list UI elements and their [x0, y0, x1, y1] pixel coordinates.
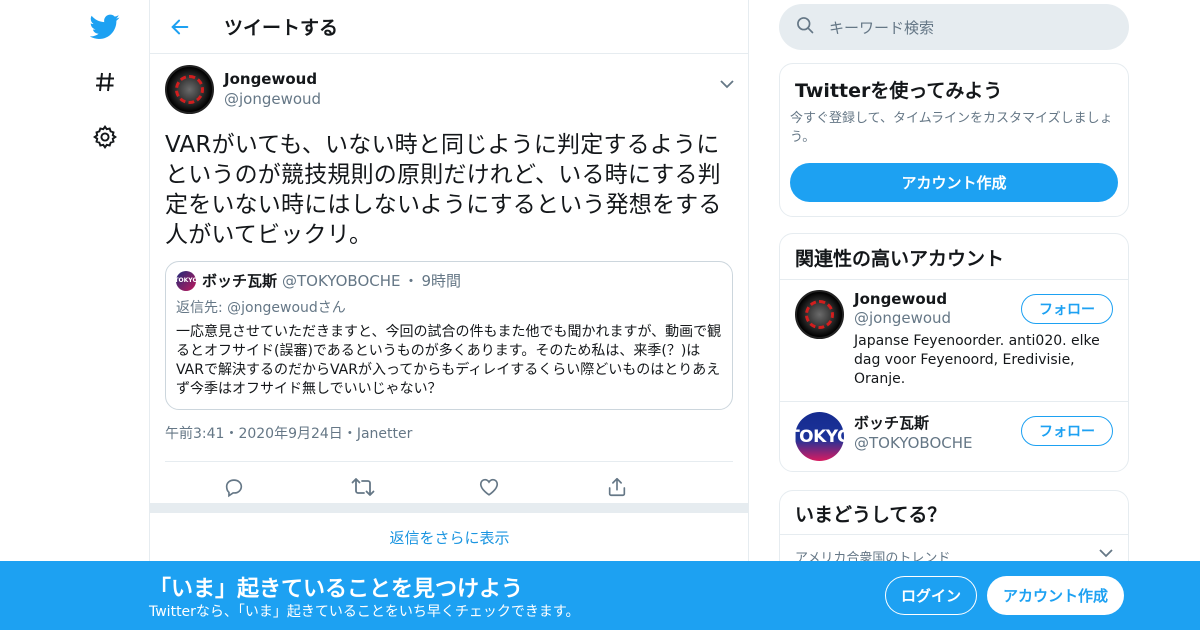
banner-subtitle: Twitterなら、「いま」起きていることをいち早くチェックできます。	[149, 604, 580, 620]
tweet-meta: 午前3:41・2020年9月24日・Janetter	[165, 423, 733, 443]
right-sidebar: キーワード検索 Twitterを使ってみよう 今すぐ登録して、タイムラインをカス…	[779, 0, 1129, 576]
signup-card-title: Twitterを使ってみよう	[795, 80, 1003, 102]
quote-reply-to: 返信先: @jongewoudさん	[176, 300, 346, 316]
signup-card-description: 今すぐ登録して、タイムラインをカスタマイズしましょう。	[790, 111, 1113, 145]
related-accounts-title: 関連性の高いアカウント	[780, 234, 1128, 280]
trends-title: いまどうしてる？	[780, 491, 1128, 535]
tweet-time[interactable]: 午前3:41	[165, 426, 224, 442]
search-placeholder: キーワード検索	[829, 18, 935, 37]
share-icon[interactable]	[606, 476, 734, 498]
search-icon	[795, 15, 815, 39]
search-input[interactable]: キーワード検索	[779, 4, 1129, 50]
follow-button[interactable]: フォロー	[1021, 416, 1113, 446]
signup-card: Twitterを使ってみよう 今すぐ登録して、タイムラインをカスタマイズしましょ…	[779, 63, 1129, 217]
quote-author-handle: @TOKYOBOCHE	[282, 271, 401, 290]
twitter-bird-icon[interactable]	[86, 8, 124, 46]
avatar[interactable]: TOKYO	[788, 412, 851, 461]
reply-icon[interactable]	[223, 476, 351, 498]
gear-icon[interactable]	[86, 118, 124, 156]
account-bio: Japanse Feyenoorder. anti020. elke dag v…	[854, 333, 1100, 387]
page-header: ツイートする	[150, 0, 748, 54]
signup-button[interactable]: アカウント作成	[987, 576, 1124, 615]
retweet-icon[interactable]	[351, 476, 479, 498]
list-item[interactable]: Jongewoud @jongewoud Japanse Feyenoorder…	[780, 280, 1128, 402]
quote-timestamp: 9時間	[421, 272, 462, 290]
signup-banner: 「いま」起きていることを見つけよう Twitterなら、「いま」起きていることを…	[0, 561, 1200, 630]
quote-author-name: ボッチ瓦斯	[202, 272, 278, 290]
author-name[interactable]: Jongewoud	[224, 70, 321, 88]
back-arrow-icon[interactable]	[150, 0, 210, 54]
page-title: ツイートする	[224, 17, 339, 39]
quote-avatar[interactable]: TOKYO	[174, 270, 198, 291]
author-handle[interactable]: @jongewoud	[224, 90, 321, 108]
show-more-replies-link[interactable]: 返信をさらに表示	[150, 513, 749, 561]
related-accounts-card: 関連性の高いアカウント Jongewoud @jongewoud Japanse…	[779, 233, 1129, 472]
tweet-text: VARがいても、いない時と同じように判定するようにというのが競技規則の原則だけれ…	[165, 132, 722, 248]
quoted-tweet[interactable]: TOKYO ボッチ瓦斯 @TOKYOBOCHE ・ 9時間 返信先: @jong…	[165, 261, 733, 410]
divider	[150, 503, 749, 513]
separator-dot: ・	[403, 272, 419, 290]
banner-title: 「いま」起きていることを見つけよう	[149, 577, 524, 602]
chevron-down-icon[interactable]	[720, 74, 734, 93]
tweet-date[interactable]: 2020年9月24日	[238, 426, 342, 442]
list-item[interactable]: TOKYO ボッチ瓦斯 @TOKYOBOCHE フォロー	[780, 402, 1128, 471]
left-nav	[0, 0, 150, 630]
tweet-source[interactable]: Janetter	[357, 426, 413, 442]
main-column: ツイートする Jongewoud @jongewoud VARがいても、いない時…	[149, 0, 749, 630]
follow-button[interactable]: フォロー	[1021, 294, 1113, 324]
create-account-button[interactable]: アカウント作成	[790, 163, 1118, 202]
login-button[interactable]: ログイン	[885, 576, 977, 615]
chevron-down-icon[interactable]	[1099, 547, 1113, 562]
tweet-author[interactable]: Jongewoud @jongewoud	[165, 64, 733, 114]
hashtag-icon[interactable]	[86, 63, 124, 101]
avatar[interactable]	[165, 64, 214, 114]
separator-dot: ・	[342, 426, 357, 442]
separator-dot: ・	[224, 426, 239, 442]
like-icon[interactable]	[478, 476, 606, 498]
avatar[interactable]	[795, 290, 844, 339]
quote-text: 一応意見させていただきますと、今回の試合の件もまた他でも聞かれますが、動画で観る…	[176, 324, 722, 397]
tweet: Jongewoud @jongewoud VARがいても、いない時と同じように判…	[150, 54, 748, 511]
